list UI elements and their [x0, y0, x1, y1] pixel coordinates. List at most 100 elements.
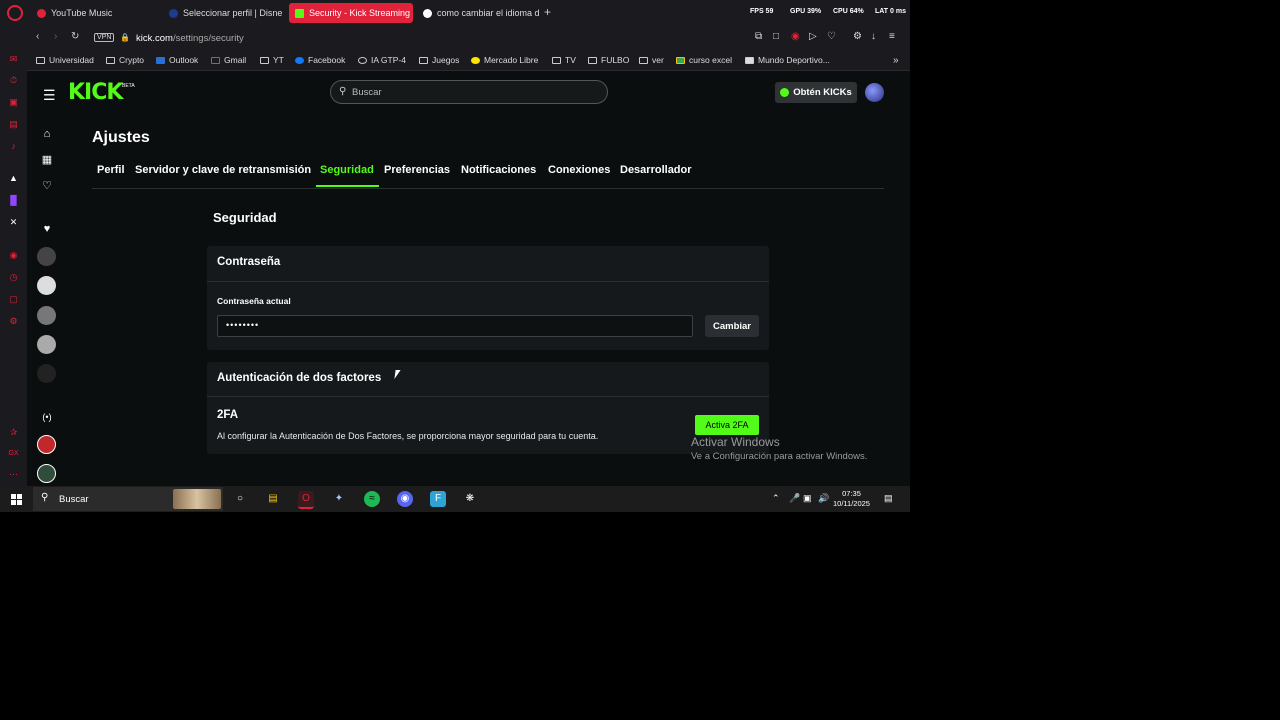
tab-desarrollador[interactable]: Desarrollador: [620, 164, 692, 176]
tab-conexiones[interactable]: Conexiones: [548, 164, 610, 176]
taskbar-clock[interactable]: 07:35 10/11/2025: [833, 489, 870, 509]
extensions-icon[interactable]: ⚙: [853, 31, 862, 42]
tab-google-search[interactable]: como cambiar el idioma d: [417, 3, 539, 23]
followed-channel-avatar[interactable]: [37, 306, 56, 325]
tab-servidor[interactable]: Servidor y clave de retransmisión: [135, 164, 311, 176]
bookmark-juegos[interactable]: Juegos: [419, 55, 459, 65]
bookmark-tv[interactable]: TV: [552, 55, 576, 65]
settings-icon[interactable]: ⚙: [8, 316, 19, 327]
tab-seguridad[interactable]: Seguridad: [320, 164, 374, 176]
activate-2fa-button[interactable]: Activa 2FA: [695, 415, 759, 435]
wallet-icon[interactable]: ▣: [8, 97, 19, 108]
music-icon[interactable]: ♪: [8, 141, 19, 152]
bookmark-facebook[interactable]: Facebook: [295, 55, 345, 65]
tab-perfil[interactable]: Perfil: [97, 164, 125, 176]
section-title: Seguridad: [213, 210, 277, 225]
forward-icon[interactable]: ›: [54, 31, 57, 42]
x-icon[interactable]: ✕: [8, 217, 19, 228]
microphone-icon[interactable]: 🎤: [789, 493, 800, 504]
history-icon[interactable]: ⏱: [8, 75, 19, 86]
followed-channel-avatar[interactable]: [37, 247, 56, 266]
bookmark-yt[interactable]: YT: [260, 55, 284, 65]
drive-icon: [676, 56, 685, 64]
bookmark-label: Juegos: [432, 55, 460, 65]
snapshot-icon[interactable]: □: [773, 31, 779, 42]
tab-youtube-music[interactable]: YouTube Music: [31, 3, 159, 23]
change-password-button[interactable]: Cambiar: [705, 315, 759, 337]
download-icon[interactable]: ↓: [871, 31, 876, 42]
followed-channel-avatar[interactable]: [37, 364, 56, 383]
pocket-icon[interactable]: ◉: [791, 31, 800, 42]
aria-icon[interactable]: ▲: [8, 173, 19, 184]
youtube-music-icon: [37, 8, 46, 18]
reload-icon[interactable]: ↻: [71, 31, 79, 42]
bookmark-curso-excel[interactable]: curso excel: [676, 55, 732, 65]
spotify-icon[interactable]: ≈: [364, 491, 380, 507]
vpn-badge[interactable]: VPN: [94, 33, 115, 42]
pinboard-icon[interactable]: ▤: [8, 119, 19, 130]
heart-icon[interactable]: ♡: [827, 31, 836, 42]
followed-channel-avatar[interactable]: [37, 335, 56, 354]
file-explorer-icon[interactable]: ▤: [265, 491, 281, 507]
messenger-icon[interactable]: ✉: [8, 54, 19, 65]
password-heading: Contraseña: [217, 256, 281, 268]
discord-icon[interactable]: ◉: [397, 491, 413, 507]
new-tab-button[interactable]: +: [544, 5, 551, 19]
more-bookmarks-icon[interactable]: »: [893, 55, 899, 66]
recommended-channel-avatar[interactable]: [37, 435, 56, 454]
tray-expand-icon[interactable]: ⌃: [772, 493, 780, 504]
taskbar-search[interactable]: ⚲ Buscar: [33, 487, 223, 511]
network-icon[interactable]: ▣: [803, 493, 812, 504]
recommended-channel-avatar[interactable]: [37, 464, 56, 483]
bookmark-mundo-deportivo[interactable]: Mundo Deportivo...: [745, 55, 830, 65]
cortana-icon[interactable]: ○: [232, 491, 248, 507]
bookmark-universidad[interactable]: Universidad: [36, 55, 94, 65]
followed-channel-avatar[interactable]: [37, 276, 56, 295]
bookmark-pin-icon[interactable]: ⧉: [755, 31, 762, 42]
obs-icon[interactable]: ❋: [462, 491, 478, 507]
folder-icon: [419, 56, 428, 64]
tab-kick-security[interactable]: Security - Kick Streaming: [289, 3, 413, 23]
folder-icon: [106, 56, 115, 64]
steam-icon[interactable]: ✦: [331, 491, 347, 507]
clock-icon[interactable]: ◷: [8, 272, 19, 283]
tab-disney[interactable]: Seleccionar perfil | Disne: [163, 3, 285, 23]
kick-sidebar-icon[interactable]: ✰: [8, 427, 19, 438]
bookmark-outlook[interactable]: Outlook: [156, 55, 198, 65]
opera-logo-icon[interactable]: [7, 5, 23, 21]
volume-icon[interactable]: 🔊: [818, 493, 829, 504]
bookmark-ver[interactable]: ver: [639, 55, 664, 65]
opera-gx-icon[interactable]: O: [298, 491, 314, 509]
instagram-icon[interactable]: ◉: [8, 250, 19, 261]
get-kicks-button[interactable]: Obtén KICKs: [775, 82, 857, 103]
back-icon[interactable]: ‹: [36, 31, 39, 42]
app-f-icon[interactable]: F: [430, 491, 446, 507]
tab-notificaciones[interactable]: Notificaciones: [461, 164, 536, 176]
search-input[interactable]: ⚲ Buscar: [330, 80, 608, 104]
bookmark-gmail[interactable]: Gmail: [211, 55, 246, 65]
bookmark-fulbo[interactable]: FULBO: [588, 55, 629, 65]
windows-start-icon[interactable]: [11, 494, 22, 505]
notifications-icon[interactable]: ▤: [884, 493, 893, 504]
user-avatar[interactable]: [865, 83, 884, 102]
folder-icon: [588, 56, 597, 64]
tab-preferencias[interactable]: Preferencias: [384, 164, 450, 176]
live-icon[interactable]: (•): [39, 409, 55, 425]
browse-icon[interactable]: ▦: [39, 152, 55, 168]
home-icon[interactable]: ⌂: [39, 126, 55, 142]
hamburger-menu-icon[interactable]: ☰: [43, 87, 56, 104]
cube-icon[interactable]: ▢: [8, 294, 19, 305]
bookmark-ia-gpt4[interactable]: IA GTP-4: [358, 55, 406, 65]
following-heart-icon[interactable]: ♡: [39, 178, 55, 194]
twitch-icon[interactable]: █: [8, 195, 19, 206]
more-icon[interactable]: ⋯: [8, 469, 19, 480]
bookmark-mercado-libre[interactable]: Mercado Libre: [471, 55, 538, 65]
menu-icon[interactable]: ≡: [889, 31, 895, 42]
bookmark-crypto[interactable]: Crypto: [106, 55, 144, 65]
player-icon[interactable]: ▷: [809, 31, 817, 42]
kick-logo[interactable]: KICK: [68, 80, 123, 105]
current-password-field[interactable]: ••••••••: [217, 315, 693, 337]
divider: [207, 281, 769, 282]
url-field[interactable]: kick.com/settings/security: [136, 33, 244, 44]
gx-icon[interactable]: GX: [8, 448, 19, 459]
